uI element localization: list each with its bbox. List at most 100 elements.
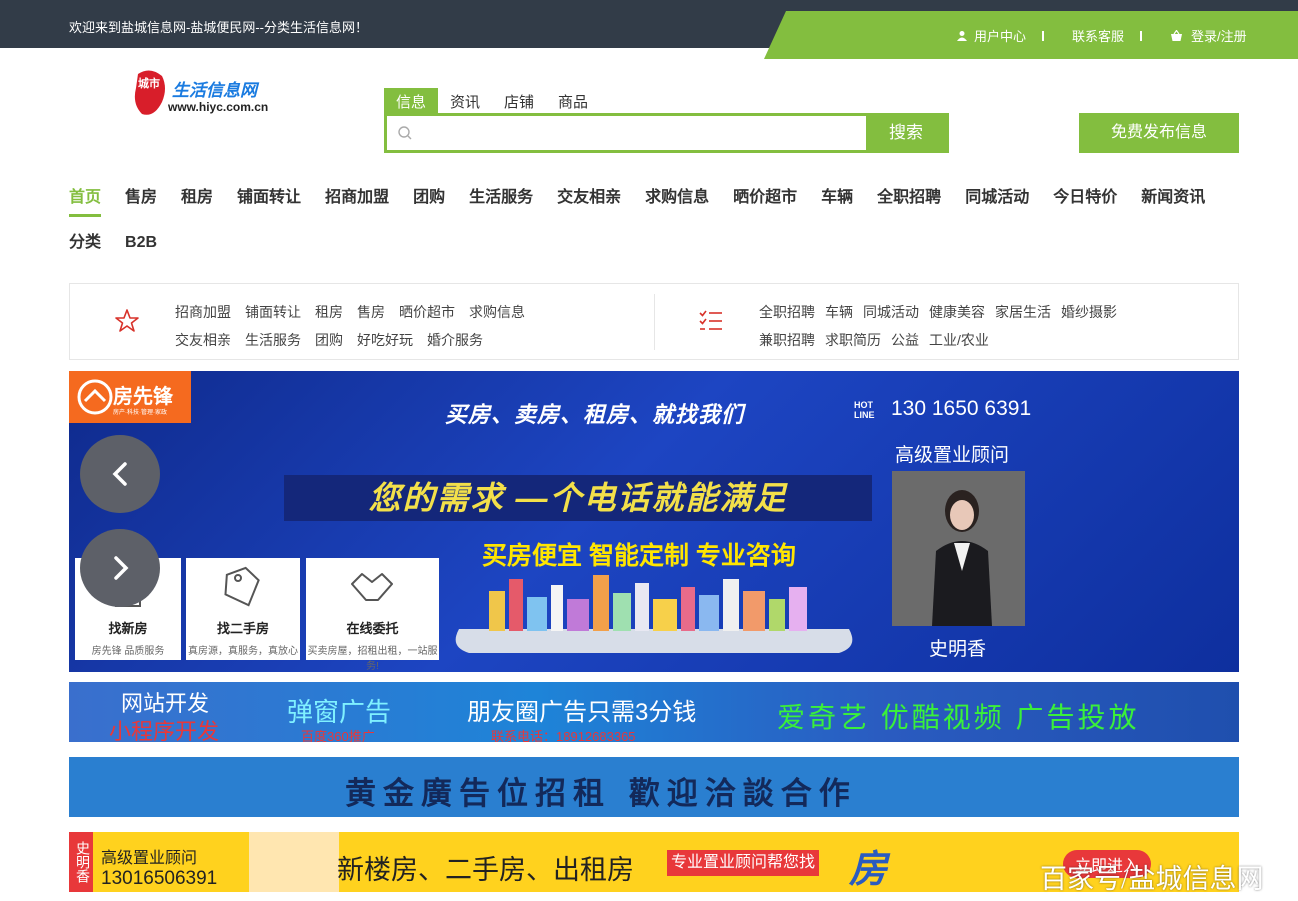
category-link[interactable]: 兼职招聘 (759, 330, 815, 350)
category-link[interactable]: 好吃好玩 (357, 330, 413, 350)
nav-item[interactable]: B2B (125, 231, 157, 255)
hot-line-label: HOT LINE (854, 400, 875, 420)
card-title: 找新房 (108, 621, 148, 636)
nav-item[interactable]: 生活服务 (469, 186, 533, 210)
category-link[interactable]: 家居生活 (995, 302, 1051, 322)
ad-banner-dev[interactable]: 网站开发 小程序开发 弹窗广告 百度360推广 朋友圈广告只需3分钱 联系电话：… (69, 682, 1239, 742)
ad-text: 小程序开发 (109, 719, 220, 742)
tab-shops[interactable]: 店铺 (492, 88, 546, 115)
category-link[interactable]: 求职简历 (825, 330, 881, 350)
category-link[interactable]: 同城活动 (863, 302, 919, 322)
logo-url: www.hiyc.com.cn (168, 100, 269, 114)
search-input[interactable] (419, 116, 864, 150)
tab-products[interactable]: 商品 (546, 88, 600, 115)
banner-subheadline: 买房便宜 智能定制 专业咨询 (482, 542, 796, 570)
banner-logo: 房先锋 房产·科技·管理·家政 (69, 371, 191, 423)
logo-mark-text: 城市 (138, 78, 160, 90)
find-second-hand-card[interactable]: 找二手房 真房源，真服务，真放心 (186, 558, 300, 660)
category-link[interactable]: 晒价超市 (399, 302, 455, 322)
banner-prev-button[interactable] (80, 435, 160, 513)
basket-icon (1170, 28, 1183, 42)
banner-logo-sub: 房产·科技·管理·家政 (113, 410, 167, 416)
category-link[interactable]: 工业/农业 (929, 330, 989, 350)
nav-item[interactable]: 求购信息 (645, 186, 709, 210)
card-subtitle: 买卖房屋，招租出租，一站服务! (307, 646, 438, 672)
user-center-link[interactable]: 用户中心 (974, 26, 1026, 45)
category-link[interactable]: 生活服务 (245, 330, 301, 350)
category-link[interactable]: 健康美容 (929, 302, 985, 322)
divider (1042, 30, 1045, 41)
category-link[interactable]: 交友相亲 (175, 330, 231, 350)
category-link[interactable]: 铺面转让 (245, 302, 301, 322)
ad-tag: 专业置业顾问帮您找 (667, 850, 820, 876)
nav-item[interactable]: 晒价超市 (733, 186, 797, 210)
ad-main-text: 新楼房、二手房、出租房 (337, 855, 634, 885)
nav-item[interactable]: 招商加盟 (325, 186, 389, 210)
ad-text: 联系电话：18912683365 (491, 729, 636, 742)
tab-news[interactable]: 资讯 (438, 88, 492, 115)
card-title: 在线委托 (346, 621, 399, 636)
category-link[interactable]: 全职招聘 (759, 302, 815, 322)
logo-title: 生活信息网 (172, 81, 257, 100)
card-subtitle: 房先锋 品质服务 (91, 646, 165, 657)
nav-item-home[interactable]: 首页 (69, 186, 102, 217)
list-icon (698, 308, 724, 339)
banner-next-button[interactable] (80, 529, 160, 607)
contact-link[interactable]: 联系客服 (1072, 26, 1124, 45)
main-nav: 首页 售房 租房 铺面转让 招商加盟 团购 生活服务 交友相亲 求购信息 晒价超… (69, 186, 1249, 277)
welcome-text: 欢迎来到盐城信息网-盐城便民网--分类生活信息网！ (69, 20, 368, 35)
nav-item[interactable]: 车辆 (821, 186, 853, 210)
star-icon (114, 308, 140, 339)
category-group-left: 招商加盟 铺面转让 租房 售房 晒价超市 求购信息 交友相亲 生活服务 团购 好… (175, 298, 539, 354)
ad-house-char: 房 (849, 849, 888, 891)
banner-headline: 您的需求 —个电话就能满足 (284, 475, 872, 521)
category-link[interactable]: 公益 (891, 330, 919, 350)
chevron-left-icon (112, 462, 127, 486)
top-links: 用户中心 联系客服 登录/注册 (956, 26, 1247, 45)
category-link[interactable]: 婚纱摄影 (1061, 302, 1117, 322)
post-info-button[interactable]: 免费发布信息 (1079, 113, 1239, 153)
search-button[interactable]: 搜索 (866, 116, 946, 150)
search-tabs: 信息 资讯 店铺 商品 (384, 88, 600, 115)
category-link[interactable]: 车辆 (825, 302, 853, 322)
category-link[interactable]: 求购信息 (469, 302, 525, 322)
nav-item[interactable]: 团购 (413, 186, 445, 210)
ad-text: 爱奇艺 优酷视频 广告投放 (777, 702, 1140, 733)
card-subtitle: 真房源，真服务，真放心 (188, 646, 298, 657)
ad-text: 黄金廣告位招租 歡迎洽談合作 (345, 776, 857, 812)
nav-item[interactable]: 新闻资讯 (1141, 186, 1205, 210)
nav-item[interactable]: 全职招聘 (877, 186, 941, 210)
nav-item[interactable]: 租房 (181, 186, 213, 210)
ad-role: 高级置业顾问 (101, 850, 198, 867)
sale-tag-icon (224, 566, 260, 607)
card-title: 找二手房 (216, 621, 269, 636)
ad-text: 百度360推广 (301, 729, 375, 742)
nav-item[interactable]: 售房 (125, 186, 157, 210)
search-icon (397, 125, 413, 146)
nav-item[interactable]: 今日特价 (1053, 186, 1117, 210)
nav-item[interactable]: 同城活动 (965, 186, 1029, 210)
nav-item[interactable]: 交友相亲 (557, 186, 621, 210)
category-divider (654, 294, 655, 350)
category-link[interactable]: 售房 (357, 302, 385, 322)
category-link[interactable]: 团购 (315, 330, 343, 350)
banner-slogan: 买房、卖房、租房、就找我们 (445, 402, 745, 427)
ad-name-vertical: 史明香 (69, 832, 93, 892)
consultant-role: 高级置业顾问 (895, 445, 1010, 466)
banner-logo-text: 房先锋 (113, 386, 173, 408)
hero-banner[interactable]: 房先锋 房产·科技·管理·家政 买房、卖房、租房、就找我们 HOT LINE 1… (69, 371, 1239, 672)
category-link[interactable]: 租房 (315, 302, 343, 322)
ad-banner-rent[interactable]: 黄金廣告位招租 歡迎洽談合作 (69, 757, 1239, 817)
ad-person-illustration (249, 832, 339, 892)
nav-item[interactable]: 分类 (69, 231, 101, 255)
ad-text: 弹窗广告 (287, 697, 392, 727)
site-logo[interactable]: 城市 生活信息网 www.hiyc.com.cn (132, 68, 282, 120)
category-link[interactable]: 招商加盟 (175, 302, 231, 322)
search-box: 搜索 (384, 113, 949, 153)
nav-item[interactable]: 铺面转让 (237, 186, 301, 210)
ad-text: 朋友圈广告只需3分钱 (467, 699, 697, 726)
category-link[interactable]: 婚介服务 (427, 330, 483, 350)
online-entrust-card[interactable]: 在线委托 买卖房屋，招租出租，一站服务! (306, 558, 439, 672)
tab-info[interactable]: 信息 (384, 88, 439, 115)
login-link[interactable]: 登录/注册 (1191, 26, 1247, 45)
